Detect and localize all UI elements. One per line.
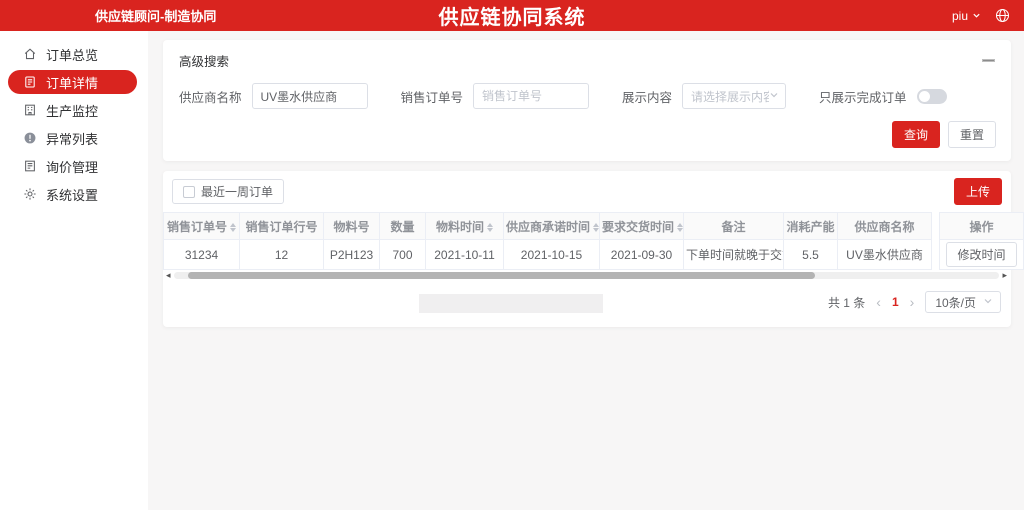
sidebar-item-order-detail[interactable]: 订单详情 — [8, 70, 137, 94]
sidebar-item-exception-list[interactable]: 异常列表 — [0, 124, 148, 152]
th-material-time[interactable]: 物料时间 — [426, 213, 504, 240]
production-building-icon — [23, 103, 37, 117]
sales-order-label: 销售订单号 — [401, 87, 464, 106]
cell-quantity: 700 — [380, 240, 426, 270]
th-remark: 备注 — [684, 213, 784, 240]
th-quantity: 数量 — [380, 213, 426, 240]
user-menu[interactable]: piu — [952, 9, 981, 23]
sidebar-item-system-settings[interactable]: 系统设置 — [0, 180, 148, 208]
chevron-down-icon — [983, 295, 993, 309]
placeholder-box — [419, 294, 603, 313]
advanced-search-panel: 高级搜索 供应商名称 销售订单号 展示内容 请选择展示内容 — [163, 40, 1011, 161]
sort-carets-icon — [230, 223, 236, 232]
th-supplier: 供应商名称 — [838, 213, 932, 240]
fixed-column-gap — [932, 240, 940, 270]
minus-icon[interactable] — [982, 59, 995, 62]
order-document-icon — [23, 75, 37, 89]
supplier-name-label: 供应商名称 — [179, 87, 242, 106]
scrollbar-thumb[interactable] — [188, 272, 816, 279]
sort-carets-icon — [677, 223, 683, 232]
cell-operation: 修改时间 — [940, 240, 1024, 270]
inquiry-building-icon — [23, 159, 37, 173]
sidebar-item-label: 生产监控 — [46, 101, 98, 120]
table-header-row: 销售订单号 销售订单行号 物料号 数量 物料时间 供应商承诺时间 要求交货时间 … — [164, 213, 1024, 240]
sidebar-item-inquiry-management[interactable]: 询价管理 — [0, 152, 148, 180]
recent-week-label: 最近一周订单 — [201, 183, 273, 200]
cell-supplier: UV墨水供应商 — [838, 240, 932, 270]
orders-table: 销售订单号 销售订单行号 物料号 数量 物料时间 供应商承诺时间 要求交货时间 … — [163, 212, 1024, 270]
th-line-no: 销售订单行号 — [240, 213, 324, 240]
completed-orders-toggle[interactable] — [917, 89, 947, 104]
th-material-no: 物料号 — [324, 213, 380, 240]
header-user-area: piu — [952, 8, 1024, 23]
recent-week-filter[interactable]: 最近一周订单 — [172, 179, 284, 204]
th-promised-time[interactable]: 供应商承诺时间 — [504, 213, 600, 240]
top-header: 供应链顾问-制造协同 供应链协同系统 piu — [0, 0, 1024, 31]
th-operation: 操作 — [940, 213, 1024, 240]
pagination-prev[interactable]: ‹ — [876, 295, 881, 309]
scrollbar-track[interactable] — [174, 272, 1000, 279]
cell-line-no: 12 — [240, 240, 324, 270]
cell-required-time: 2021-09-30 — [600, 240, 684, 270]
cell-material-no: P2H123 — [324, 240, 380, 270]
sidebar-item-label: 订单详情 — [46, 73, 98, 92]
scroll-right-icon[interactable]: ▸ — [1002, 271, 1007, 280]
sidebar-item-production-monitor[interactable]: 生产监控 — [0, 96, 148, 124]
search-panel-title: 高级搜索 — [179, 51, 229, 70]
chevron-down-icon — [769, 87, 779, 105]
page-size-value: 10条/页 — [935, 294, 976, 311]
pagination-total: 共 1 条 — [828, 294, 865, 311]
brand-title: 供应链顾问-制造协同 — [95, 6, 216, 25]
th-sales-order-no[interactable]: 销售订单号 — [164, 213, 240, 240]
page-size-select[interactable]: 10条/页 — [925, 291, 1001, 313]
modify-time-button[interactable]: 修改时间 — [946, 242, 1016, 267]
supplier-name-field: 供应商名称 — [179, 83, 368, 109]
globe-icon[interactable] — [995, 8, 1010, 23]
pagination-next[interactable]: › — [910, 295, 915, 309]
display-content-field: 展示内容 请选择展示内容 — [622, 83, 786, 109]
completed-orders-field: 只展示完成订单 — [819, 87, 947, 106]
supplier-name-input[interactable] — [252, 83, 368, 109]
sales-order-field: 销售订单号 — [401, 83, 590, 109]
table-row: 31234 12 P2H123 700 2021-10-11 2021-10-1… — [164, 240, 1024, 270]
chevron-down-icon — [972, 9, 981, 23]
th-required-time[interactable]: 要求交货时间 — [600, 213, 684, 240]
cell-capacity: 5.5 — [784, 240, 838, 270]
toggle-knob — [919, 91, 930, 102]
cell-promised-time: 2021-10-15 — [504, 240, 600, 270]
search-form: 供应商名称 销售订单号 展示内容 请选择展示内容 — [163, 70, 1011, 109]
app-root: 供应链顾问-制造协同 供应链协同系统 piu 订单总览 — [0, 0, 1024, 523]
cell-material-time: 2021-10-11 — [426, 240, 504, 270]
main-content: 高级搜索 供应商名称 销售订单号 展示内容 请选择展示内容 — [148, 31, 1024, 510]
completed-orders-label: 只展示完成订单 — [819, 87, 907, 106]
sidebar-item-label: 订单总览 — [46, 45, 98, 64]
sort-carets-icon — [487, 223, 493, 232]
fixed-column-gap — [932, 213, 940, 240]
recent-week-checkbox[interactable] — [183, 186, 195, 198]
sidebar-item-label: 询价管理 — [46, 157, 98, 176]
th-capacity: 消耗产能 — [784, 213, 838, 240]
reset-button[interactable]: 重置 — [948, 121, 996, 148]
display-content-placeholder: 请选择展示内容 — [691, 88, 769, 105]
gear-icon — [23, 187, 37, 201]
cell-remark: 下单时间就晚于交货时间了 — [684, 240, 784, 270]
sort-carets-icon — [593, 223, 599, 232]
sidebar: 订单总览 订单详情 生产监控 异常列表 询价管理 — [0, 31, 148, 523]
sales-order-input[interactable] — [473, 83, 589, 109]
query-button[interactable]: 查询 — [892, 121, 940, 148]
info-circle-icon — [23, 131, 37, 145]
cell-sales-order-no: 31234 — [164, 240, 240, 270]
display-content-select[interactable]: 请选择展示内容 — [682, 83, 786, 109]
pagination-current-page[interactable]: 1 — [892, 296, 899, 308]
scroll-left-icon[interactable]: ◂ — [166, 271, 171, 280]
home-icon — [23, 47, 37, 61]
username: piu — [952, 9, 968, 23]
sidebar-item-order-overview[interactable]: 订单总览 — [0, 40, 148, 68]
display-content-label: 展示内容 — [622, 87, 672, 106]
sidebar-item-label: 系统设置 — [46, 185, 98, 204]
horizontal-scrollbar: ◂ ▸ — [166, 271, 1007, 280]
upload-button[interactable]: 上传 — [954, 178, 1002, 205]
sidebar-item-label: 异常列表 — [46, 129, 98, 148]
